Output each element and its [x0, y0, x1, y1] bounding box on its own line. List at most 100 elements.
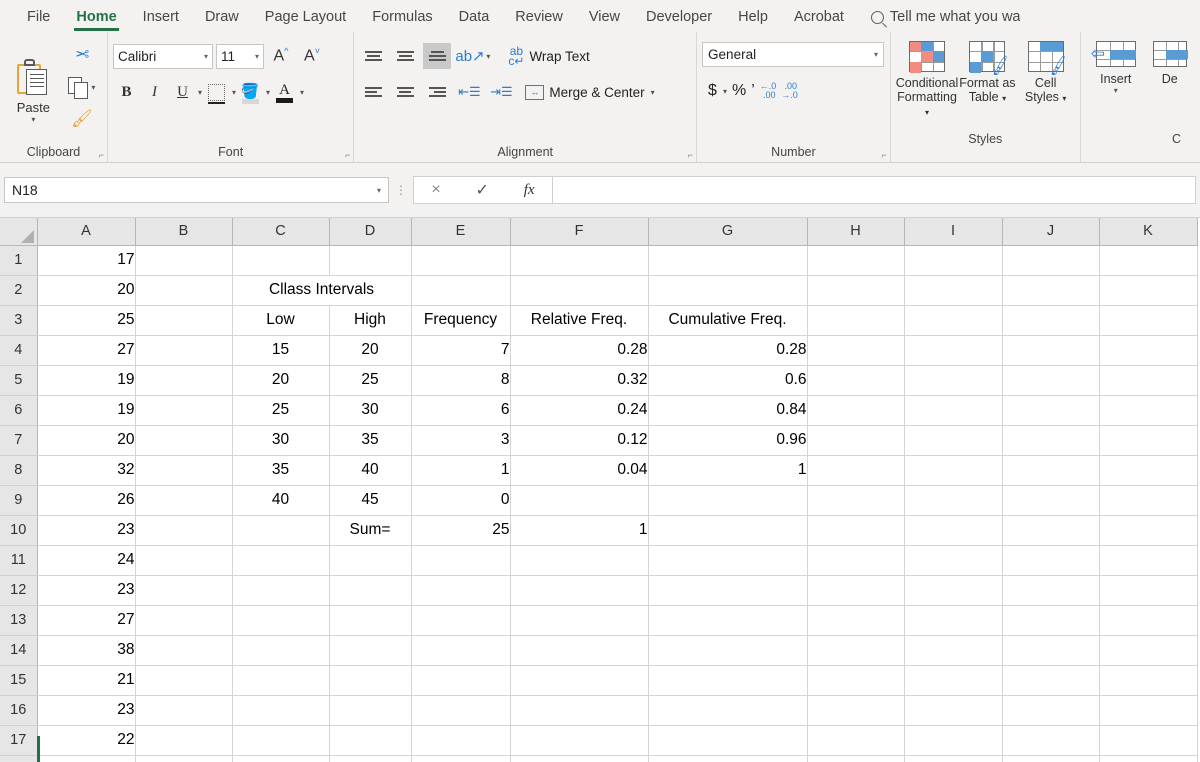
cell-j12[interactable] — [1002, 575, 1099, 605]
cell-a17[interactable]: 22 — [37, 725, 135, 755]
tab-insert[interactable]: Insert — [130, 2, 192, 32]
cancel-icon[interactable]: × — [431, 181, 440, 199]
cell-b6[interactable] — [135, 395, 232, 425]
column-header-i[interactable]: I — [904, 218, 1002, 245]
row-header-17[interactable]: 17 — [0, 725, 37, 755]
tab-page-layout[interactable]: Page Layout — [252, 2, 359, 32]
cell-f10[interactable]: 1 — [510, 515, 648, 545]
cell-e14[interactable] — [411, 635, 510, 665]
cell-b7[interactable] — [135, 425, 232, 455]
row-header-8[interactable]: 8 — [0, 455, 37, 485]
row-header-15[interactable]: 15 — [0, 665, 37, 695]
cell-g3[interactable]: Cumulative Freq. — [648, 305, 807, 335]
chevron-down-icon[interactable]: ▾ — [255, 52, 259, 61]
cell-j18[interactable] — [1002, 755, 1099, 762]
cell-j3[interactable] — [1002, 305, 1099, 335]
column-header-d[interactable]: D — [329, 218, 411, 245]
cell-e7[interactable]: 3 — [411, 425, 510, 455]
cell-d5[interactable]: 25 — [329, 365, 411, 395]
cell-c18[interactable] — [232, 755, 329, 762]
cell-b9[interactable] — [135, 485, 232, 515]
cell-h17[interactable] — [807, 725, 904, 755]
cell-d6[interactable]: 30 — [329, 395, 411, 425]
cell-j4[interactable] — [1002, 335, 1099, 365]
cell-b15[interactable] — [135, 665, 232, 695]
cell-k17[interactable] — [1099, 725, 1197, 755]
cell-f5[interactable]: 0.32 — [510, 365, 648, 395]
cell-i4[interactable] — [904, 335, 1002, 365]
format-painter-button[interactable]: 🖌 — [71, 104, 93, 134]
comma-format-button[interactable]: ’ — [751, 82, 755, 100]
column-header-g[interactable]: G — [648, 218, 807, 245]
cell-e10[interactable]: 25 — [411, 515, 510, 545]
align-left-button[interactable] — [359, 79, 387, 105]
tab-view[interactable]: View — [576, 2, 633, 32]
cell-i18[interactable] — [904, 755, 1002, 762]
cell-h8[interactable] — [807, 455, 904, 485]
cell-k5[interactable] — [1099, 365, 1197, 395]
cell-c3[interactable]: Low — [232, 305, 329, 335]
tab-developer[interactable]: Developer — [633, 2, 725, 32]
cell-i13[interactable] — [904, 605, 1002, 635]
cell-e1[interactable] — [411, 245, 510, 275]
cell-k7[interactable] — [1099, 425, 1197, 455]
font-color-button[interactable]: A — [271, 79, 298, 105]
cell-d4[interactable]: 20 — [329, 335, 411, 365]
chevron-down-icon[interactable]: ▾ — [300, 88, 304, 97]
increase-decimal-button[interactable]: ←.0 .00 — [760, 82, 777, 100]
cell-h2[interactable] — [807, 275, 904, 305]
cell-c12[interactable] — [232, 575, 329, 605]
cell-e8[interactable]: 1 — [411, 455, 510, 485]
cell-c11[interactable] — [232, 545, 329, 575]
cell-g5[interactable]: 0.6 — [648, 365, 807, 395]
increase-font-size-button[interactable]: A^ — [267, 46, 295, 65]
cell-g10[interactable] — [648, 515, 807, 545]
cell-i14[interactable] — [904, 635, 1002, 665]
cell-j8[interactable] — [1002, 455, 1099, 485]
cell-c5[interactable]: 20 — [232, 365, 329, 395]
tab-file[interactable]: File — [14, 2, 63, 32]
cell-e15[interactable] — [411, 665, 510, 695]
cell-b10[interactable] — [135, 515, 232, 545]
cell-h14[interactable] — [807, 635, 904, 665]
cell-a12[interactable]: 23 — [37, 575, 135, 605]
cell-a5[interactable]: 19 — [37, 365, 135, 395]
cell-g15[interactable] — [648, 665, 807, 695]
cell-g8[interactable]: 1 — [648, 455, 807, 485]
cell-h11[interactable] — [807, 545, 904, 575]
cut-button[interactable]: ✂ — [75, 40, 89, 70]
cell-j5[interactable] — [1002, 365, 1099, 395]
cell-g9[interactable] — [648, 485, 807, 515]
cell-g17[interactable] — [648, 725, 807, 755]
row-header-3[interactable]: 3 — [0, 305, 37, 335]
cell-e6[interactable]: 6 — [411, 395, 510, 425]
cell-a6[interactable]: 19 — [37, 395, 135, 425]
tab-data[interactable]: Data — [446, 2, 503, 32]
decrease-decimal-button[interactable]: .00→.0 — [781, 82, 798, 100]
increase-indent-button[interactable]: ⇥☰ — [487, 79, 515, 105]
align-top-button[interactable] — [359, 43, 387, 69]
cell-i8[interactable] — [904, 455, 1002, 485]
cell-h7[interactable] — [807, 425, 904, 455]
cell-i9[interactable] — [904, 485, 1002, 515]
cell-d17[interactable] — [329, 725, 411, 755]
cell-k4[interactable] — [1099, 335, 1197, 365]
tab-acrobat[interactable]: Acrobat — [781, 2, 857, 32]
cell-k8[interactable] — [1099, 455, 1197, 485]
cell-h6[interactable] — [807, 395, 904, 425]
cell-a10[interactable]: 23 — [37, 515, 135, 545]
column-header-c[interactable]: C — [232, 218, 329, 245]
currency-format-button[interactable]: $ — [708, 82, 717, 100]
cell-a9[interactable]: 26 — [37, 485, 135, 515]
cell-k1[interactable] — [1099, 245, 1197, 275]
column-header-j[interactable]: J — [1002, 218, 1099, 245]
clipboard-dialog-launcher[interactable]: ⌐ — [99, 150, 104, 160]
cell-c15[interactable] — [232, 665, 329, 695]
copy-button[interactable]: ▾ — [68, 72, 95, 102]
select-all-corner[interactable] — [0, 218, 37, 245]
merge-and-center-button[interactable]: ↔ Merge & Center ▾ — [525, 85, 654, 100]
cell-i5[interactable] — [904, 365, 1002, 395]
italic-button[interactable]: I — [141, 79, 168, 105]
number-format-select[interactable]: General ▾ — [702, 42, 884, 67]
cell-h4[interactable] — [807, 335, 904, 365]
